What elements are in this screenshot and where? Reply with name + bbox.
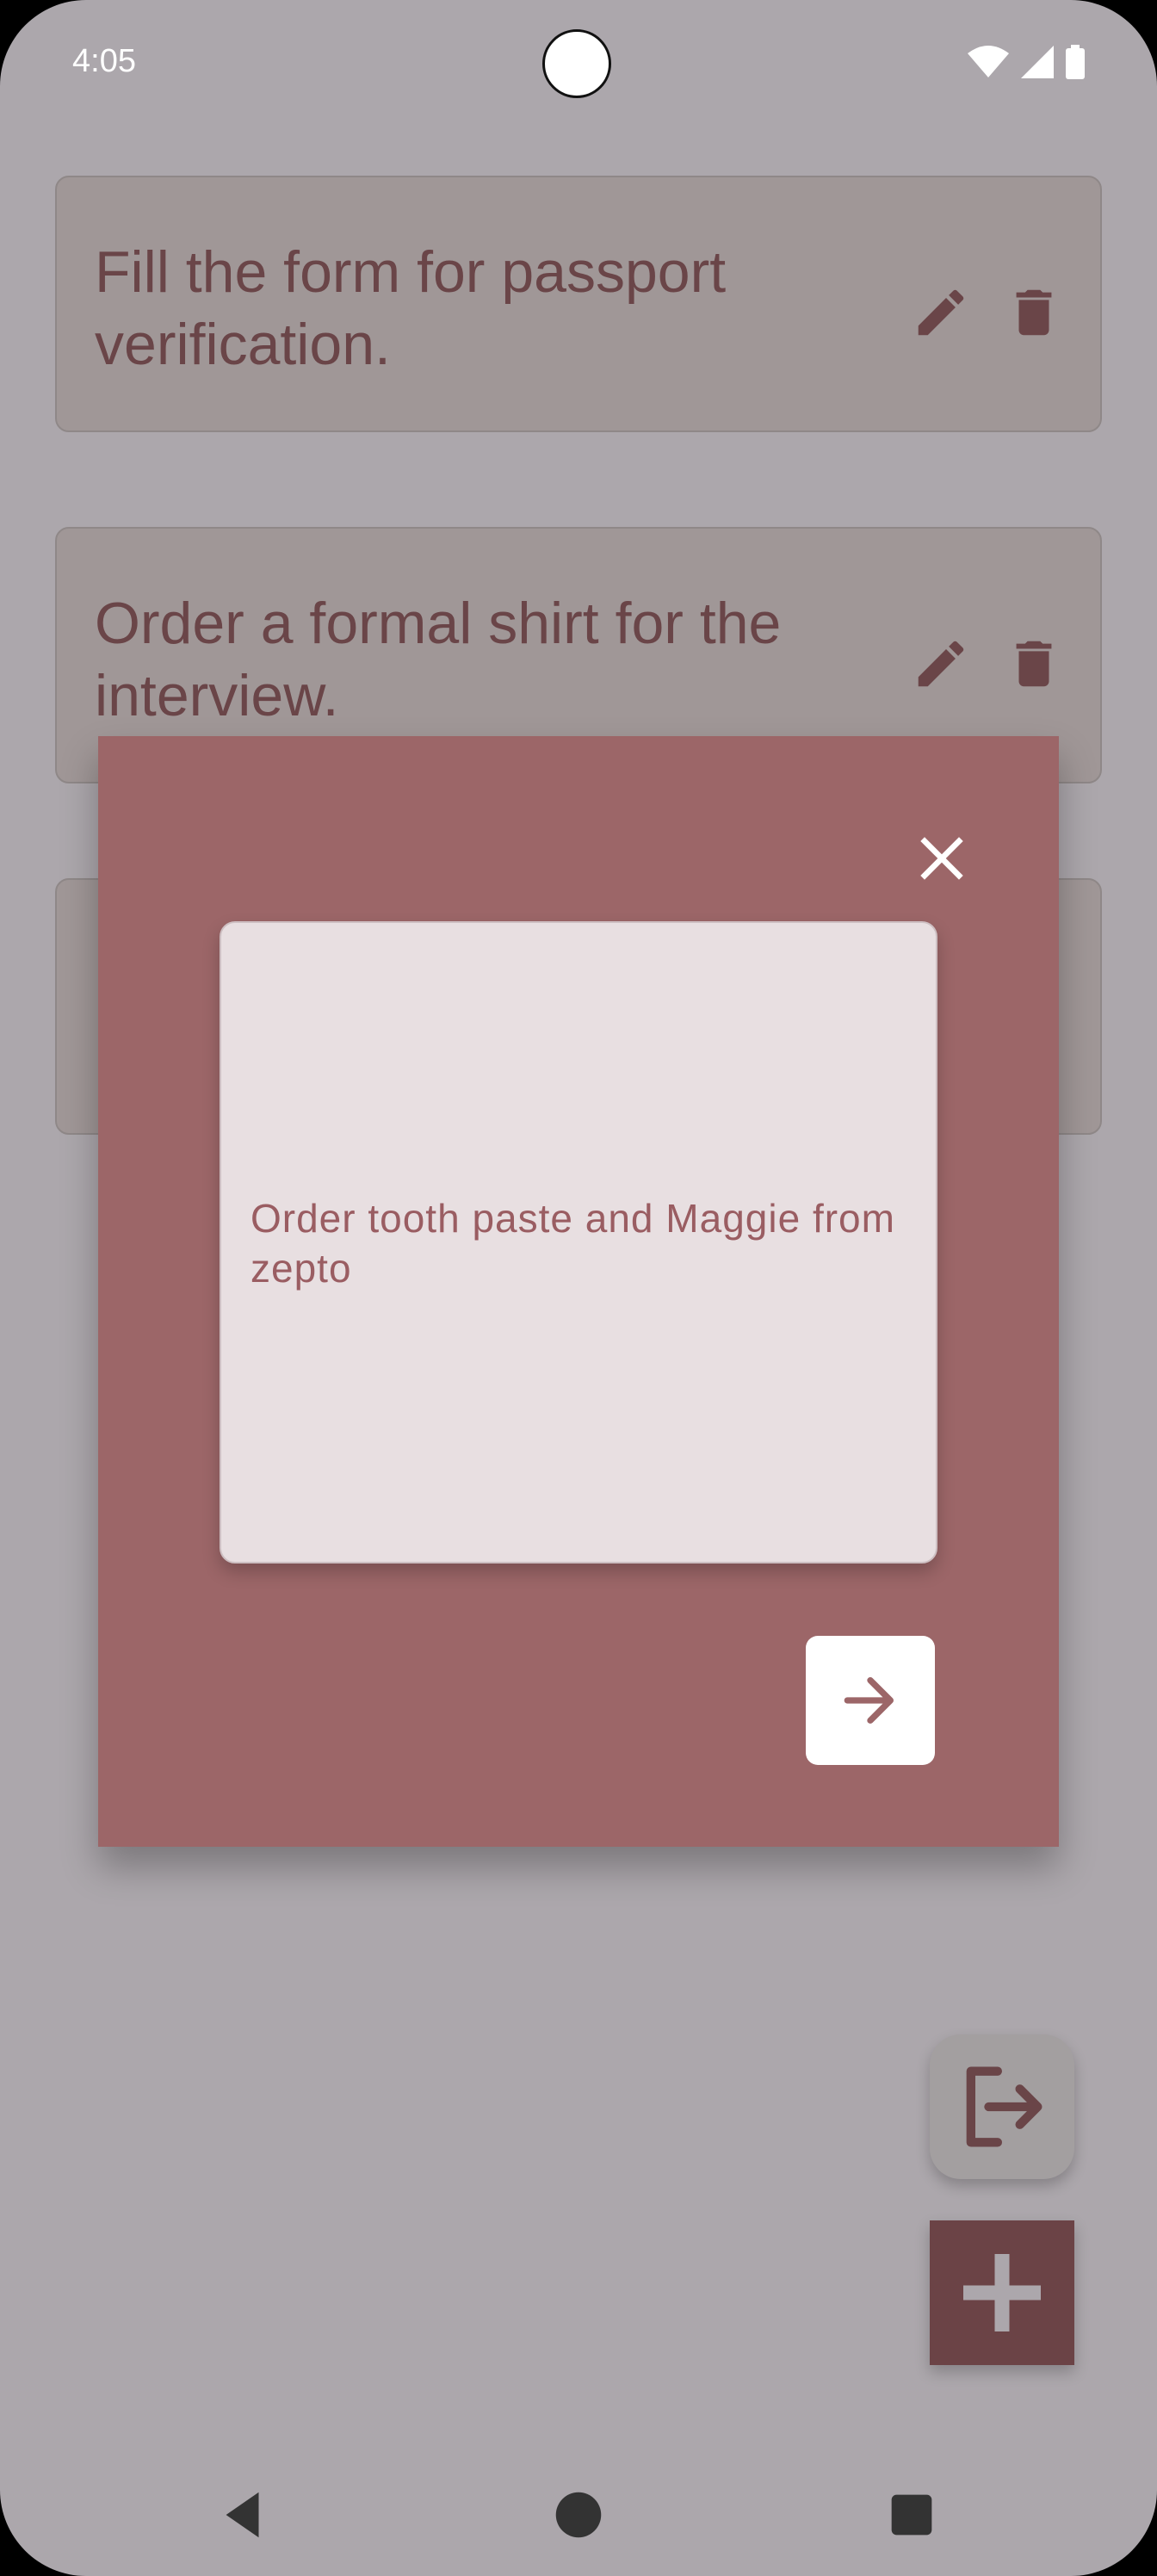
- camera-cutout: [542, 29, 611, 98]
- delete-icon[interactable]: [1004, 634, 1064, 694]
- status-time: 4:05: [72, 43, 136, 79]
- task-card[interactable]: Fill the form for passport verification.: [55, 176, 1102, 432]
- edit-icon[interactable]: [911, 282, 971, 343]
- logout-button[interactable]: [930, 2034, 1074, 2179]
- arrow-forward-icon: [844, 1677, 894, 1724]
- system-navigation-bar: [0, 2454, 1157, 2576]
- add-icon: [963, 2254, 1041, 2331]
- logout-icon: [966, 2066, 1043, 2147]
- note-input-text[interactable]: Order tooth paste and Maggie from zepto: [251, 1193, 905, 1293]
- close-icon[interactable]: [907, 824, 976, 893]
- edit-task-dialog: Order tooth paste and Maggie from zepto: [98, 736, 1059, 1847]
- note-input-card[interactable]: Order tooth paste and Maggie from zepto: [220, 921, 937, 1564]
- back-icon[interactable]: [213, 2485, 274, 2545]
- add-task-button[interactable]: [930, 2220, 1074, 2365]
- submit-button[interactable]: [806, 1636, 935, 1765]
- battery-icon: [1066, 45, 1085, 79]
- delete-icon[interactable]: [1004, 282, 1064, 343]
- task-text: Fill the form for passport verification.: [95, 239, 727, 377]
- task-text: Order a formal shirt for the interview.: [95, 591, 782, 728]
- wifi-icon: [968, 45, 1009, 79]
- home-icon[interactable]: [548, 2485, 609, 2545]
- status-icons: [968, 45, 1085, 79]
- cellular-signal-icon: [1021, 46, 1054, 78]
- recents-icon[interactable]: [882, 2485, 942, 2545]
- edit-icon[interactable]: [911, 634, 971, 694]
- app-screen: 4:05 Fill the form for passport verifica…: [0, 0, 1157, 2576]
